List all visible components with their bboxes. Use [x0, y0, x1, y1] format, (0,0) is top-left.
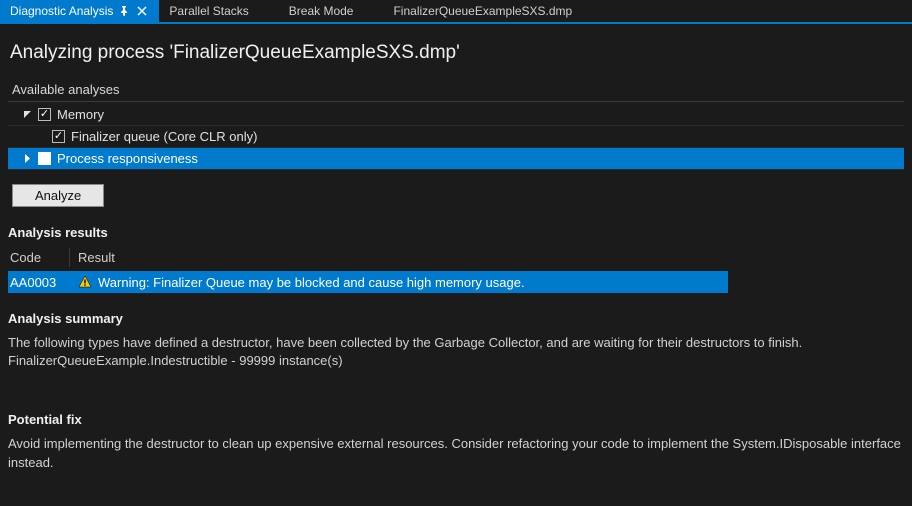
tab-dump-file[interactable]: FinalizerQueueExampleSXS.dmp	[383, 0, 582, 22]
analysis-summary-block: Analysis summary The following types hav…	[8, 311, 904, 370]
expander-icon[interactable]	[22, 154, 32, 164]
tab-strip: Diagnostic Analysis Parallel Stacks Brea…	[0, 0, 912, 24]
checkbox[interactable]	[38, 152, 51, 165]
page-title: Analyzing process 'FinalizerQueueExample…	[8, 42, 904, 78]
tree-label: Process responsiveness	[57, 151, 198, 166]
pin-icon[interactable]	[117, 4, 131, 18]
analyze-button[interactable]: Analyze	[12, 184, 104, 207]
potential-fix-heading: Potential fix	[8, 412, 904, 427]
tree-label: Memory	[57, 107, 104, 122]
column-header-code[interactable]: Code	[8, 248, 70, 267]
tab-label: Parallel Stacks	[169, 4, 248, 18]
results-table: Code Result AA0003 Warning: Finalizer Qu…	[8, 248, 728, 293]
column-header-result[interactable]: Result	[70, 248, 728, 267]
tab-label: Diagnostic Analysis	[10, 4, 113, 18]
tab-break-mode[interactable]: Break Mode	[279, 0, 364, 22]
result-code: AA0003	[8, 273, 70, 292]
tab-diagnostic-analysis[interactable]: Diagnostic Analysis	[0, 0, 159, 22]
tree-row-process-responsiveness[interactable]: Process responsiveness	[8, 148, 904, 170]
analysis-summary-heading: Analysis summary	[8, 311, 904, 326]
expander-icon[interactable]	[22, 110, 32, 120]
warning-icon	[78, 275, 92, 289]
tree-row-memory[interactable]: Memory	[8, 104, 904, 126]
tab-parallel-stacks[interactable]: Parallel Stacks	[159, 0, 258, 22]
results-header-row: Code Result	[8, 248, 728, 267]
tab-label: FinalizerQueueExampleSXS.dmp	[393, 4, 572, 18]
tree-label: Finalizer queue (Core CLR only)	[71, 129, 257, 144]
summary-line: FinalizerQueueExample.Indestructible - 9…	[8, 352, 904, 370]
potential-fix-block: Potential fix Avoid implementing the des…	[8, 412, 904, 471]
checkbox[interactable]	[38, 108, 51, 121]
checkbox[interactable]	[52, 130, 65, 143]
result-text: Warning: Finalizer Queue may be blocked …	[98, 275, 525, 290]
potential-fix-text: Avoid implementing the destructor to cle…	[8, 435, 904, 471]
analyses-tree: Memory Finalizer queue (Core CLR only) P…	[8, 104, 904, 170]
summary-line: The following types have defined a destr…	[8, 334, 904, 352]
analysis-results-heading: Analysis results	[8, 225, 904, 240]
tab-label: Break Mode	[289, 4, 354, 18]
results-row[interactable]: AA0003 Warning: Finalizer Queue may be b…	[8, 271, 728, 293]
page-body: Analyzing process 'FinalizerQueueExample…	[0, 24, 912, 480]
close-icon[interactable]	[135, 4, 149, 18]
available-analyses-label: Available analyses	[8, 78, 904, 102]
tree-row-finalizer-queue[interactable]: Finalizer queue (Core CLR only)	[8, 126, 904, 148]
